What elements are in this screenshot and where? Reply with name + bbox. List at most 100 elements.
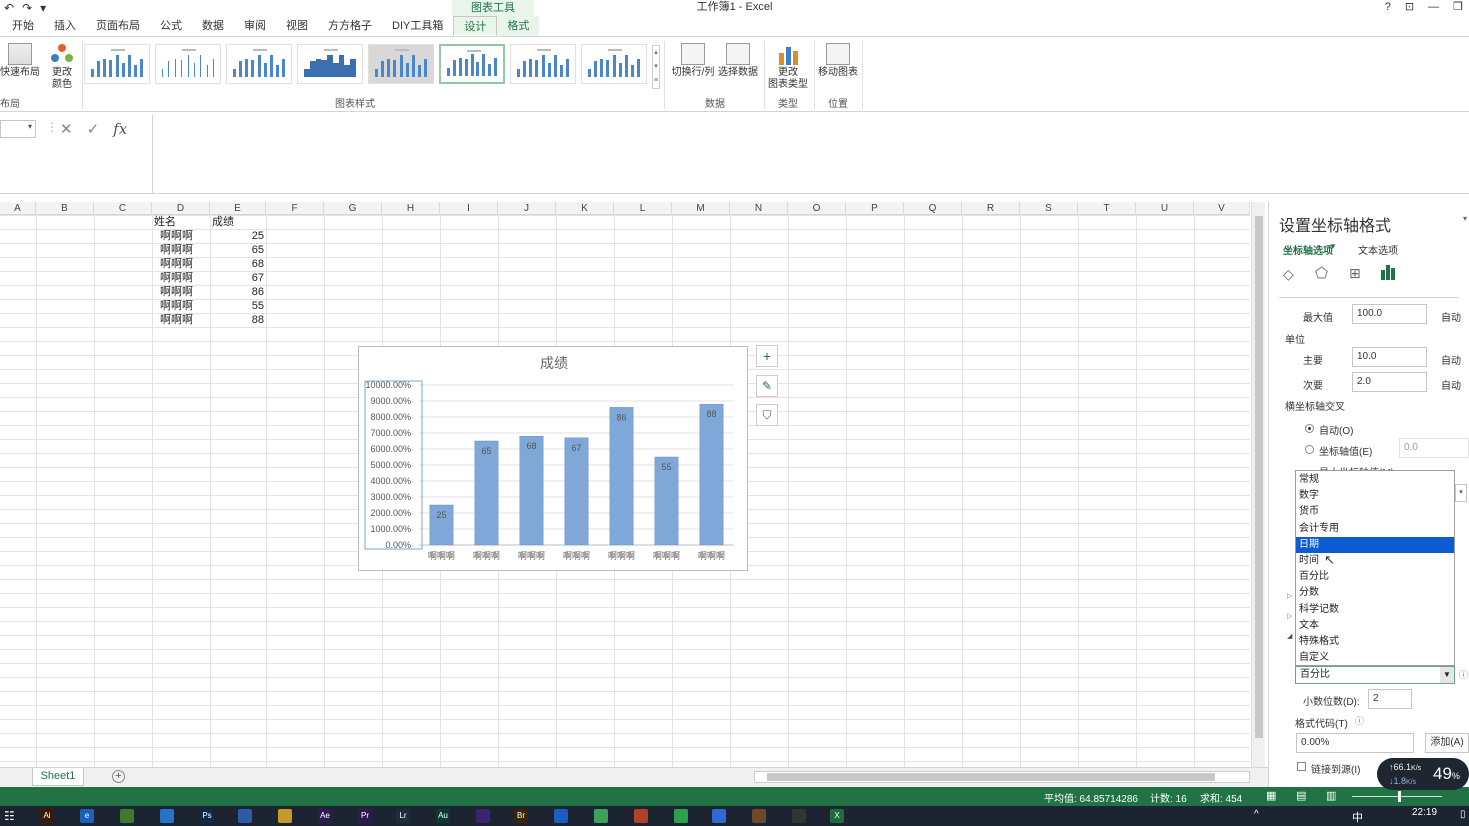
taskbar-app-icon[interactable]: Pr bbox=[358, 809, 372, 823]
name-cell[interactable]: 啊啊啊 bbox=[160, 285, 210, 299]
column-header[interactable]: A bbox=[0, 202, 36, 215]
taskbar-app-icon[interactable]: X bbox=[830, 809, 844, 823]
number-category-select[interactable]: 百分比 ▼ bbox=[1295, 666, 1455, 684]
score-cell[interactable]: 68 bbox=[212, 257, 264, 271]
column-header[interactable]: F bbox=[266, 202, 324, 215]
column-header[interactable]: I bbox=[440, 202, 498, 215]
tab-insert[interactable]: 插入 bbox=[44, 16, 86, 36]
chart-style-option[interactable] bbox=[439, 44, 505, 84]
chart-elements-plus-icon[interactable]: + bbox=[756, 345, 778, 367]
category-option[interactable]: 文本 bbox=[1296, 618, 1454, 634]
tab-formulas[interactable]: 公式 bbox=[150, 16, 192, 36]
taskbar-app-icon[interactable] bbox=[238, 809, 252, 823]
redo-icon[interactable]: ↷ bbox=[22, 1, 32, 15]
help-icon[interactable]: ? bbox=[1385, 0, 1391, 15]
chart-style-option[interactable] bbox=[155, 44, 221, 84]
column-header[interactable]: L bbox=[614, 202, 672, 215]
collapse-arrow-icon[interactable]: ◢ bbox=[1287, 632, 1292, 640]
column-header[interactable]: J bbox=[498, 202, 556, 215]
zoom-slider[interactable] bbox=[1352, 796, 1442, 797]
chart-style-option[interactable] bbox=[84, 44, 150, 84]
tab-home[interactable]: 开始 bbox=[0, 16, 44, 36]
name-cell[interactable]: 啊啊啊 bbox=[160, 271, 210, 285]
column-header[interactable]: B bbox=[36, 202, 94, 215]
score-cell[interactable]: 67 bbox=[212, 271, 264, 285]
name-cell[interactable]: 啊啊啊 bbox=[160, 299, 210, 313]
column-header[interactable]: Q bbox=[904, 202, 962, 215]
taskbar-app-icon[interactable] bbox=[674, 809, 688, 823]
splitter-icon[interactable]: ⋮ bbox=[46, 120, 58, 134]
add-sheet-icon[interactable]: + bbox=[112, 770, 125, 783]
insert-function-icon[interactable]: fx bbox=[113, 120, 127, 138]
radio-auto[interactable] bbox=[1305, 424, 1314, 433]
number-category-select-edge[interactable]: ▾ bbox=[1455, 484, 1467, 502]
taskbar-app-icon[interactable] bbox=[594, 809, 608, 823]
category-option[interactable]: 时间 bbox=[1296, 553, 1454, 569]
taskbar-app-icon[interactable] bbox=[120, 809, 134, 823]
add-format-button[interactable]: 添加(A) bbox=[1425, 733, 1469, 753]
name-box-dropdown-icon[interactable]: ▾ bbox=[28, 122, 32, 131]
column-header[interactable]: H bbox=[382, 202, 440, 215]
category-option[interactable]: 科学记数 bbox=[1296, 602, 1454, 618]
notification-icon[interactable]: ▯ bbox=[1460, 809, 1466, 820]
text-options-tab[interactable]: 文本选项 bbox=[1358, 242, 1398, 257]
horizontal-scrollbar[interactable] bbox=[754, 771, 1250, 783]
column-header[interactable]: U bbox=[1136, 202, 1194, 215]
axis-options-icon[interactable] bbox=[1380, 264, 1396, 280]
taskbar-app-icon[interactable] bbox=[752, 809, 766, 823]
vertical-scrollbar[interactable] bbox=[1251, 202, 1265, 767]
move-chart-button[interactable]: 移动图表 bbox=[816, 39, 860, 79]
category-option[interactable]: 百分比 bbox=[1296, 569, 1454, 585]
quick-layout-button[interactable]: 快速布局 bbox=[0, 39, 40, 79]
formula-input[interactable] bbox=[152, 115, 1469, 193]
zoom-slider-thumb[interactable] bbox=[1398, 791, 1401, 802]
start-icon[interactable]: ☷ bbox=[4, 809, 15, 823]
chart-style-option[interactable] bbox=[368, 44, 434, 84]
pane-options-icon[interactable]: ▾ bbox=[1463, 214, 1467, 223]
column-header[interactable]: K bbox=[556, 202, 614, 215]
tab-format[interactable]: 格式 bbox=[497, 16, 540, 36]
chart-filter-icon[interactable]: ⛉ bbox=[756, 404, 778, 426]
expand-arrow-icon-2[interactable]: ▷ bbox=[1287, 612, 1292, 620]
column-header[interactable]: R bbox=[962, 202, 1020, 215]
clock[interactable]: 22:19 bbox=[1412, 807, 1437, 818]
page-layout-view-icon[interactable]: ▤ bbox=[1296, 789, 1306, 802]
header-name-cell[interactable]: 姓名 bbox=[154, 215, 208, 229]
enter-icon[interactable]: ✓ bbox=[87, 120, 100, 138]
category-option[interactable]: 特殊格式 bbox=[1296, 634, 1454, 650]
column-header[interactable]: O bbox=[788, 202, 846, 215]
minor-auto-button[interactable]: 自动 bbox=[1441, 377, 1461, 392]
axis-value-input[interactable]: 0.0 bbox=[1399, 438, 1469, 458]
name-cell[interactable]: 啊啊啊 bbox=[160, 257, 210, 271]
taskbar-app-icon[interactable]: Ae bbox=[318, 809, 332, 823]
sheet-tab-sheet1[interactable]: Sheet1 bbox=[32, 768, 84, 786]
score-cell[interactable]: 88 bbox=[212, 313, 264, 327]
horizontal-scroll-thumb[interactable] bbox=[767, 773, 1215, 781]
column-header[interactable]: C bbox=[94, 202, 152, 215]
axis-options-dropdown-icon[interactable]: ▼ bbox=[1329, 242, 1337, 251]
max-value-input[interactable]: 100.0 bbox=[1352, 304, 1427, 324]
normal-view-icon[interactable]: ▦ bbox=[1266, 789, 1276, 802]
gallery-scroll[interactable]: ▴ ▾ ≡ bbox=[652, 45, 660, 89]
column-header[interactable]: E bbox=[210, 202, 266, 215]
size-properties-icon[interactable]: ⊞ bbox=[1349, 265, 1361, 282]
category-option[interactable]: 日期 bbox=[1296, 536, 1454, 553]
tab-page-layout[interactable]: 页面布局 bbox=[86, 16, 150, 36]
tab-data[interactable]: 数据 bbox=[192, 16, 234, 36]
radio-axis-value[interactable] bbox=[1305, 445, 1314, 454]
tab-fangfang[interactable]: 方方格子 bbox=[318, 16, 382, 36]
chart-styles-brush-icon[interactable]: ✎ bbox=[756, 375, 778, 397]
column-header[interactable]: N bbox=[730, 202, 788, 215]
cancel-icon[interactable]: ✕ bbox=[60, 120, 73, 138]
taskbar-app-icon[interactable]: Au bbox=[436, 809, 450, 823]
ribbon-display-icon[interactable]: ⊡ bbox=[1405, 0, 1414, 15]
category-option[interactable]: 数字 bbox=[1296, 488, 1454, 504]
decimal-places-input[interactable]: 2 bbox=[1368, 689, 1412, 709]
score-cell[interactable]: 55 bbox=[212, 299, 264, 313]
page-break-view-icon[interactable]: ▥ bbox=[1326, 789, 1336, 802]
column-header[interactable]: T bbox=[1078, 202, 1136, 215]
taskbar-app-icon[interactable] bbox=[160, 809, 174, 823]
major-unit-input[interactable]: 10.0 bbox=[1352, 347, 1427, 367]
score-cell[interactable]: 65 bbox=[212, 243, 264, 257]
axis-options-tab[interactable]: 坐标轴选项 bbox=[1283, 242, 1333, 257]
